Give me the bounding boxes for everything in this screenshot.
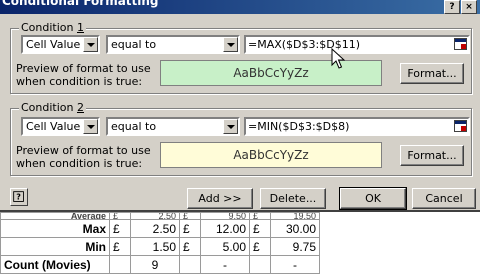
title-bar[interactable]: Conditional Formatting ? × <box>0 0 480 14</box>
mouse-cursor-icon <box>331 48 345 69</box>
chevron-down-icon[interactable] <box>83 119 98 134</box>
cell-value[interactable]: 30.00 <box>270 219 320 238</box>
condition-2-formula-input[interactable]: =MIN($D$3:$D$8) <box>244 117 470 136</box>
condition-1-format-button[interactable]: Format... <box>400 63 464 84</box>
close-button[interactable]: × <box>461 0 477 14</box>
cell-value[interactable]: 19.50 <box>270 212 320 220</box>
cell-currency[interactable]: £ <box>109 212 131 220</box>
condition-2-operator-value: equal to <box>111 120 157 133</box>
conditional-formatting-dialog: Conditional Formatting ? × Condition 1 C… <box>0 0 480 212</box>
condition-label-text: Condition <box>21 101 77 114</box>
help-icon[interactable]: ? <box>10 188 28 206</box>
cell-value[interactable]: 9.75 <box>270 237 320 256</box>
spreadsheet-area: Average £ 2.50 £ 9.50 £ 19.50 Max £ 2.50… <box>0 212 480 274</box>
help-title-button[interactable]: ? <box>444 0 460 14</box>
cell-currency[interactable]: £ <box>109 237 131 256</box>
cell-value[interactable]: - <box>200 255 250 274</box>
help-glyph: ? <box>16 193 21 202</box>
cell-currency[interactable] <box>249 255 271 274</box>
condition-number: 2 <box>77 101 84 114</box>
cell-value[interactable]: 1.50 <box>130 237 180 256</box>
collapse-dialog-icon[interactable] <box>454 38 467 50</box>
table-row-min: Min £ 1.50 £ 5.00 £ 9.75 <box>0 237 320 256</box>
condition-1-type-select[interactable]: Cell Value Is <box>21 35 100 54</box>
condition-1-preview-box: AaBbCcYyZz <box>160 60 382 86</box>
condition-2-type-select[interactable]: Cell Value Is <box>21 117 100 136</box>
cell-label[interactable]: Average <box>0 212 110 220</box>
cell-value[interactable]: - <box>270 255 320 274</box>
condition-1-label: Condition 1 <box>19 21 86 34</box>
add-button[interactable]: Add >> <box>187 188 253 209</box>
cancel-button[interactable]: Cancel <box>412 188 476 209</box>
cell-currency[interactable] <box>109 255 131 274</box>
chevron-down-icon[interactable] <box>223 37 238 52</box>
ok-button[interactable]: OK <box>339 187 407 210</box>
help-icon: ? <box>449 2 455 12</box>
preview-caption-line: when condition is true: <box>16 75 143 88</box>
dialog-title: Conditional Formatting <box>2 0 159 8</box>
condition-1-preview-caption: Preview of format to use when condition … <box>16 62 151 88</box>
preview-caption-line: Preview of format to use <box>16 144 151 157</box>
table-row-count: Count (Movies) 9 - - <box>0 255 320 274</box>
preview-caption-line: Preview of format to use <box>16 62 151 75</box>
cell-currency[interactable]: £ <box>179 212 201 220</box>
cell-label[interactable]: Max <box>0 219 110 238</box>
cell-currency[interactable]: £ <box>249 212 271 220</box>
delete-button[interactable]: Delete... <box>260 188 326 209</box>
condition-2-format-button[interactable]: Format... <box>400 145 464 166</box>
preview-caption-line: when condition is true: <box>16 157 143 170</box>
condition-2-preview-box: AaBbCcYyZz <box>160 142 382 168</box>
chevron-down-icon[interactable] <box>83 37 98 52</box>
condition-number: 1 <box>77 21 84 34</box>
cell-value[interactable]: 9 <box>130 255 180 274</box>
condition-1-operator-value: equal to <box>111 38 157 51</box>
summary-table: Average £ 2.50 £ 9.50 £ 19.50 Max £ 2.50… <box>0 212 320 274</box>
cell-currency[interactable]: £ <box>249 237 271 256</box>
cell-value[interactable]: 12.00 <box>200 219 250 238</box>
condition-2-label: Condition 2 <box>19 101 86 114</box>
table-row-max: Max £ 2.50 £ 12.00 £ 30.00 <box>0 219 320 238</box>
condition-2-formula-value: =MIN($D$3:$D$8) <box>248 120 350 133</box>
cell-value[interactable]: 9.50 <box>200 212 250 220</box>
condition-1-operator-select[interactable]: equal to <box>106 35 240 54</box>
cell-currency[interactable]: £ <box>179 237 201 256</box>
condition-label-text: Condition <box>21 21 77 34</box>
cell-label[interactable]: Min <box>0 237 110 256</box>
cell-value[interactable]: 5.00 <box>200 237 250 256</box>
close-icon: × <box>465 2 473 12</box>
cell-value[interactable]: 2.50 <box>130 219 180 238</box>
cell-value[interactable]: 2.50 <box>130 212 180 220</box>
condition-2-operator-select[interactable]: equal to <box>106 117 240 136</box>
cell-currency[interactable]: £ <box>109 219 131 238</box>
cell-label[interactable]: Count (Movies) <box>0 255 110 274</box>
chevron-down-icon[interactable] <box>223 119 238 134</box>
condition-2-preview-caption: Preview of format to use when condition … <box>16 144 151 170</box>
collapse-dialog-icon[interactable] <box>454 120 467 132</box>
cell-currency[interactable] <box>179 255 201 274</box>
condition-1-formula-input[interactable]: =MAX($D$3:$D$11) <box>244 35 470 54</box>
cell-currency[interactable]: £ <box>249 219 271 238</box>
cell-currency[interactable]: £ <box>179 219 201 238</box>
table-row-average: Average £ 2.50 £ 9.50 £ 19.50 <box>0 212 320 220</box>
